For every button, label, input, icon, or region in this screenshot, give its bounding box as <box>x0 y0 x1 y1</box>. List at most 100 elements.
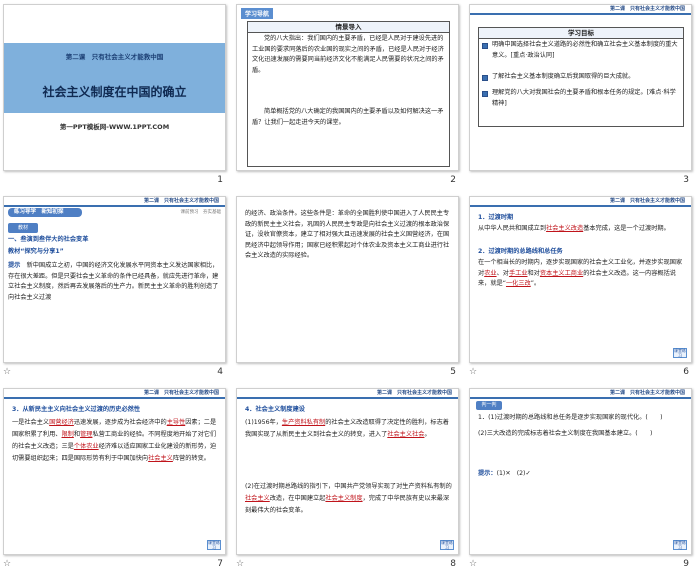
slide-header: 第二课 只有社会主义才能救中国 <box>4 389 225 399</box>
hint-label: 提示 <box>8 262 21 269</box>
slide-subtitle: 第二课 只有社会主义才能救中国 <box>65 53 164 61</box>
slide-thumb-8[interactable]: 第二课 只有社会主义才能救中国 4．社会主义制度建设 (1)1956年，生产资料… <box>233 384 466 576</box>
back-button[interactable]: 课堂练习 <box>673 348 687 358</box>
box-heading: 学习目标 <box>479 28 683 39</box>
star-icon: ☆ <box>469 367 478 377</box>
chapter-label: 第二课 只有社会主义才能救中国 <box>141 389 221 397</box>
slide-thumb-7[interactable]: 第二课 只有社会主义才能救中国 3．从新民主主义向社会主义过渡的历史必然性 一是… <box>0 384 233 576</box>
slide-thumb-3[interactable]: 第二课 只有社会主义才能救中国 学习目标 明确中国选择社会主义道路的必然性和确立… <box>466 0 699 192</box>
slide-1[interactable]: 第二课 只有社会主义才能救中国 社会主义制度在中国的确立 第一PPT模板网-WW… <box>3 4 226 171</box>
chapter-label: 第二课 只有社会主义才能救中国 <box>607 5 687 13</box>
answer-text: (1)✕ (2)✓ <box>496 470 531 477</box>
slide-header: 第二课 只有社会主义才能救中国 <box>4 197 225 207</box>
fill-blank: 社会主义改造 <box>546 225 584 232</box>
answer-line: 提示：(1)✕ (2)✓ <box>478 469 688 480</box>
intro-paragraph-2: 简单概括党的八大确定的我国国内的主要矛盾以及如何解决这一矛盾？让我们一起走进今天… <box>252 108 444 126</box>
practice-tag: 判一判 <box>476 401 502 410</box>
slide-thumb-1[interactable]: 第二课 只有社会主义才能救中国 社会主义制度在中国的确立 第一PPT模板网-WW… <box>0 0 233 192</box>
chapter-label: 第二课 只有社会主义才能救中国 <box>141 197 221 205</box>
slide-thumb-9[interactable]: 第二课 只有社会主义才能救中国 判一判 1．(1)过渡时期的总路线和总任务是逐步… <box>466 384 699 576</box>
section-heading: 一、叁演到叁伴大的社会变革 <box>8 236 89 243</box>
point-3-heading: 3．从新民主主义向社会主义过渡的历史必然性 <box>12 406 141 413</box>
point-4-heading: 4．社会主义制度建设 <box>245 406 305 413</box>
star-icon: ☆ <box>3 367 12 377</box>
slide-number: 5 <box>450 367 456 377</box>
slide-3[interactable]: 第二课 只有社会主义才能救中国 学习目标 明确中国选择社会主义道路的必然性和确立… <box>469 4 692 171</box>
fill-blank: 资本主义工商业 <box>539 269 584 277</box>
point-2-text: 在一个相当长的时期内，逐步实现国家的社会主义工业化，并逐步实现国家对农业、对手工… <box>478 259 683 287</box>
section-pill: 练习导学 新知初探 <box>8 208 82 217</box>
slide-thumb-2[interactable]: 学习导航 情景导入 党的八大指出：我们国内的主要矛盾，已经是人民对于建设先进的工… <box>233 0 466 192</box>
body-text: 的经济、政治条件。这些条件是：革命的全国胜利使中国进入了人民民主专政的新民主主义… <box>245 210 450 259</box>
point-3-text: 一是社会主义国营经济迅速发展，逐步成为社会经济中的主导性因素；二是国家积累了利用… <box>12 419 217 462</box>
intro-box: 情景导入 党的八大指出：我们国内的主要矛盾，已经是人民对于建设先进的工业国的要求… <box>247 21 450 167</box>
goal-3: 理解党的八大对我国社会的主要矛盾和根本任务的规定。[难点·科学精神] <box>492 89 676 107</box>
fill-blank: 社会主义 <box>245 495 270 502</box>
fill-blank: 社会主义社会 <box>387 431 425 438</box>
slide-5[interactable]: 的经济、政治条件。这些条件是：革命的全国胜利使中国进入了人民民主专政的新民主主义… <box>236 196 459 363</box>
slide-footer: 第一PPT模板网-WWW.1PPT.COM <box>59 123 170 131</box>
section-subline: 课前预习 夯实基础 <box>180 210 222 215</box>
slide-header: 第二课 只有社会主义才能救中国 <box>237 389 458 399</box>
slide-thumb-4[interactable]: 第二课 只有社会主义才能救中国 练习导学 新知初探 课前预习 夯实基础 教材 一… <box>0 192 233 384</box>
slide-number: 6 <box>683 367 689 377</box>
section-tab: 学习导航 <box>241 8 274 19</box>
fill-blank: 国营经济 <box>49 419 74 426</box>
point-1-heading: 1．过渡时期 <box>478 214 514 221</box>
chapter-label: 第二课 只有社会主义才能救中国 <box>607 197 687 205</box>
slide-title: 社会主义制度在中国的确立 <box>42 85 187 99</box>
fill-blank: 管理 <box>80 431 93 438</box>
hint-text: 提示 新中国成立之初，中国的经济文化发展水平同资本主义发达国家相比，存在很大差距… <box>8 261 222 303</box>
point-4-text-1: (1)1956年，生产资料私有制的社会主义改造取得了决定性的胜利，标志着我国实现… <box>245 419 449 438</box>
chapter-label: 第二课 只有社会主义才能救中国 <box>607 389 687 397</box>
star-icon: ☆ <box>3 559 12 569</box>
fill-blank: 手工业 <box>508 269 528 277</box>
fill-blank: 一化三改 <box>505 280 531 287</box>
slide-number: 4 <box>217 367 223 377</box>
back-button[interactable]: 课堂练习 <box>673 540 687 550</box>
hint-body: 新中国成立之初，中国的经济文化发展水平同资本主义发达国家相比，存在很大差距。但是… <box>8 262 219 301</box>
slide-header: 第二课 只有社会主义才能救中国 <box>470 197 691 207</box>
slide-sorter: 第二课 只有社会主义才能救中国 社会主义制度在中国的确立 第一PPT模板网-WW… <box>0 0 700 577</box>
star-icon: ☆ <box>469 559 478 569</box>
slide-7[interactable]: 第二课 只有社会主义才能救中国 3．从新民主主义向社会主义过渡的历史必然性 一是… <box>3 388 226 555</box>
question-2: (2)三大改造的完成标志着社会主义制度在我国基本建立。( ) <box>478 430 653 437</box>
slide-4[interactable]: 第二课 只有社会主义才能救中国 练习导学 新知初探 课前预习 夯实基础 教材 一… <box>3 196 226 363</box>
slide-2[interactable]: 学习导航 情景导入 党的八大指出：我们国内的主要矛盾，已经是人民对于建设先进的工… <box>236 4 459 171</box>
slide-number: 3 <box>683 175 689 185</box>
star-icon: ☆ <box>236 559 245 569</box>
back-button[interactable]: 课堂练习 <box>440 540 454 550</box>
slide-number: 1 <box>217 175 223 185</box>
slide-thumb-6[interactable]: 第二课 只有社会主义才能救中国 1．过渡时期 从中华人民共和国成立到社会主义改造… <box>466 192 699 384</box>
fill-blank: 个体农业 <box>73 443 99 450</box>
fill-blank: 社会主义制度 <box>325 495 363 502</box>
slide-8[interactable]: 第二课 只有社会主义才能救中国 4．社会主义制度建设 (1)1956年，生产资料… <box>236 388 459 555</box>
back-button[interactable]: 课堂练习 <box>207 540 221 550</box>
slide-6[interactable]: 第二课 只有社会主义才能救中国 1．过渡时期 从中华人民共和国成立到社会主义改造… <box>469 196 692 363</box>
material-tag: 教材 <box>8 223 38 233</box>
slide-9[interactable]: 第二课 只有社会主义才能救中国 判一判 1．(1)过渡时期的总路线和总任务是逐步… <box>469 388 692 555</box>
slide-thumb-5[interactable]: 的经济、政治条件。这些条件是：革命的全国胜利使中国进入了人民民主专政的新民主主义… <box>233 192 466 384</box>
question-1: 1．(1)过渡时期的总路线和总任务是逐步实现国家的现代化。( ) <box>478 414 663 421</box>
checkbox-icon <box>482 75 488 81</box>
fill-blank: 农业 <box>484 269 497 277</box>
textbook-link: 教材“探究与分享1” <box>8 248 64 255</box>
slide-number: 7 <box>217 559 223 569</box>
box-heading: 情景导入 <box>248 22 449 33</box>
slide-number: 8 <box>450 559 456 569</box>
slide-header: 第二课 只有社会主义才能救中国 <box>470 5 691 15</box>
goal-1: 明确中国选择社会主义道路的必然性和确立社会主义基本制度的重大意义。[重点·政治认… <box>492 41 678 59</box>
point-2-heading: 2．过渡时期的总路线和总任务 <box>478 248 563 255</box>
chapter-label: 第二课 只有社会主义才能救中国 <box>374 389 454 397</box>
title-band: 第二课 只有社会主义才能救中国 社会主义制度在中国的确立 <box>4 43 225 113</box>
fill-blank: 社会主义 <box>148 455 173 462</box>
checkbox-icon <box>482 91 488 97</box>
slide-number: 9 <box>683 559 689 569</box>
point-1-text: 从中华人民共和国成立到社会主义改造基本完成，这是一个过渡时期。 <box>478 225 670 232</box>
fill-blank: 限制 <box>61 431 74 438</box>
fill-blank: 主导性 <box>166 419 186 426</box>
slide-header: 第二课 只有社会主义才能救中国 <box>470 389 691 399</box>
intro-paragraph-1: 党的八大指出：我们国内的主要矛盾，已经是人民对于建设先进的工业国的要求同落后的农… <box>252 35 444 74</box>
slide-number: 2 <box>450 175 456 185</box>
checkbox-icon <box>482 43 488 49</box>
